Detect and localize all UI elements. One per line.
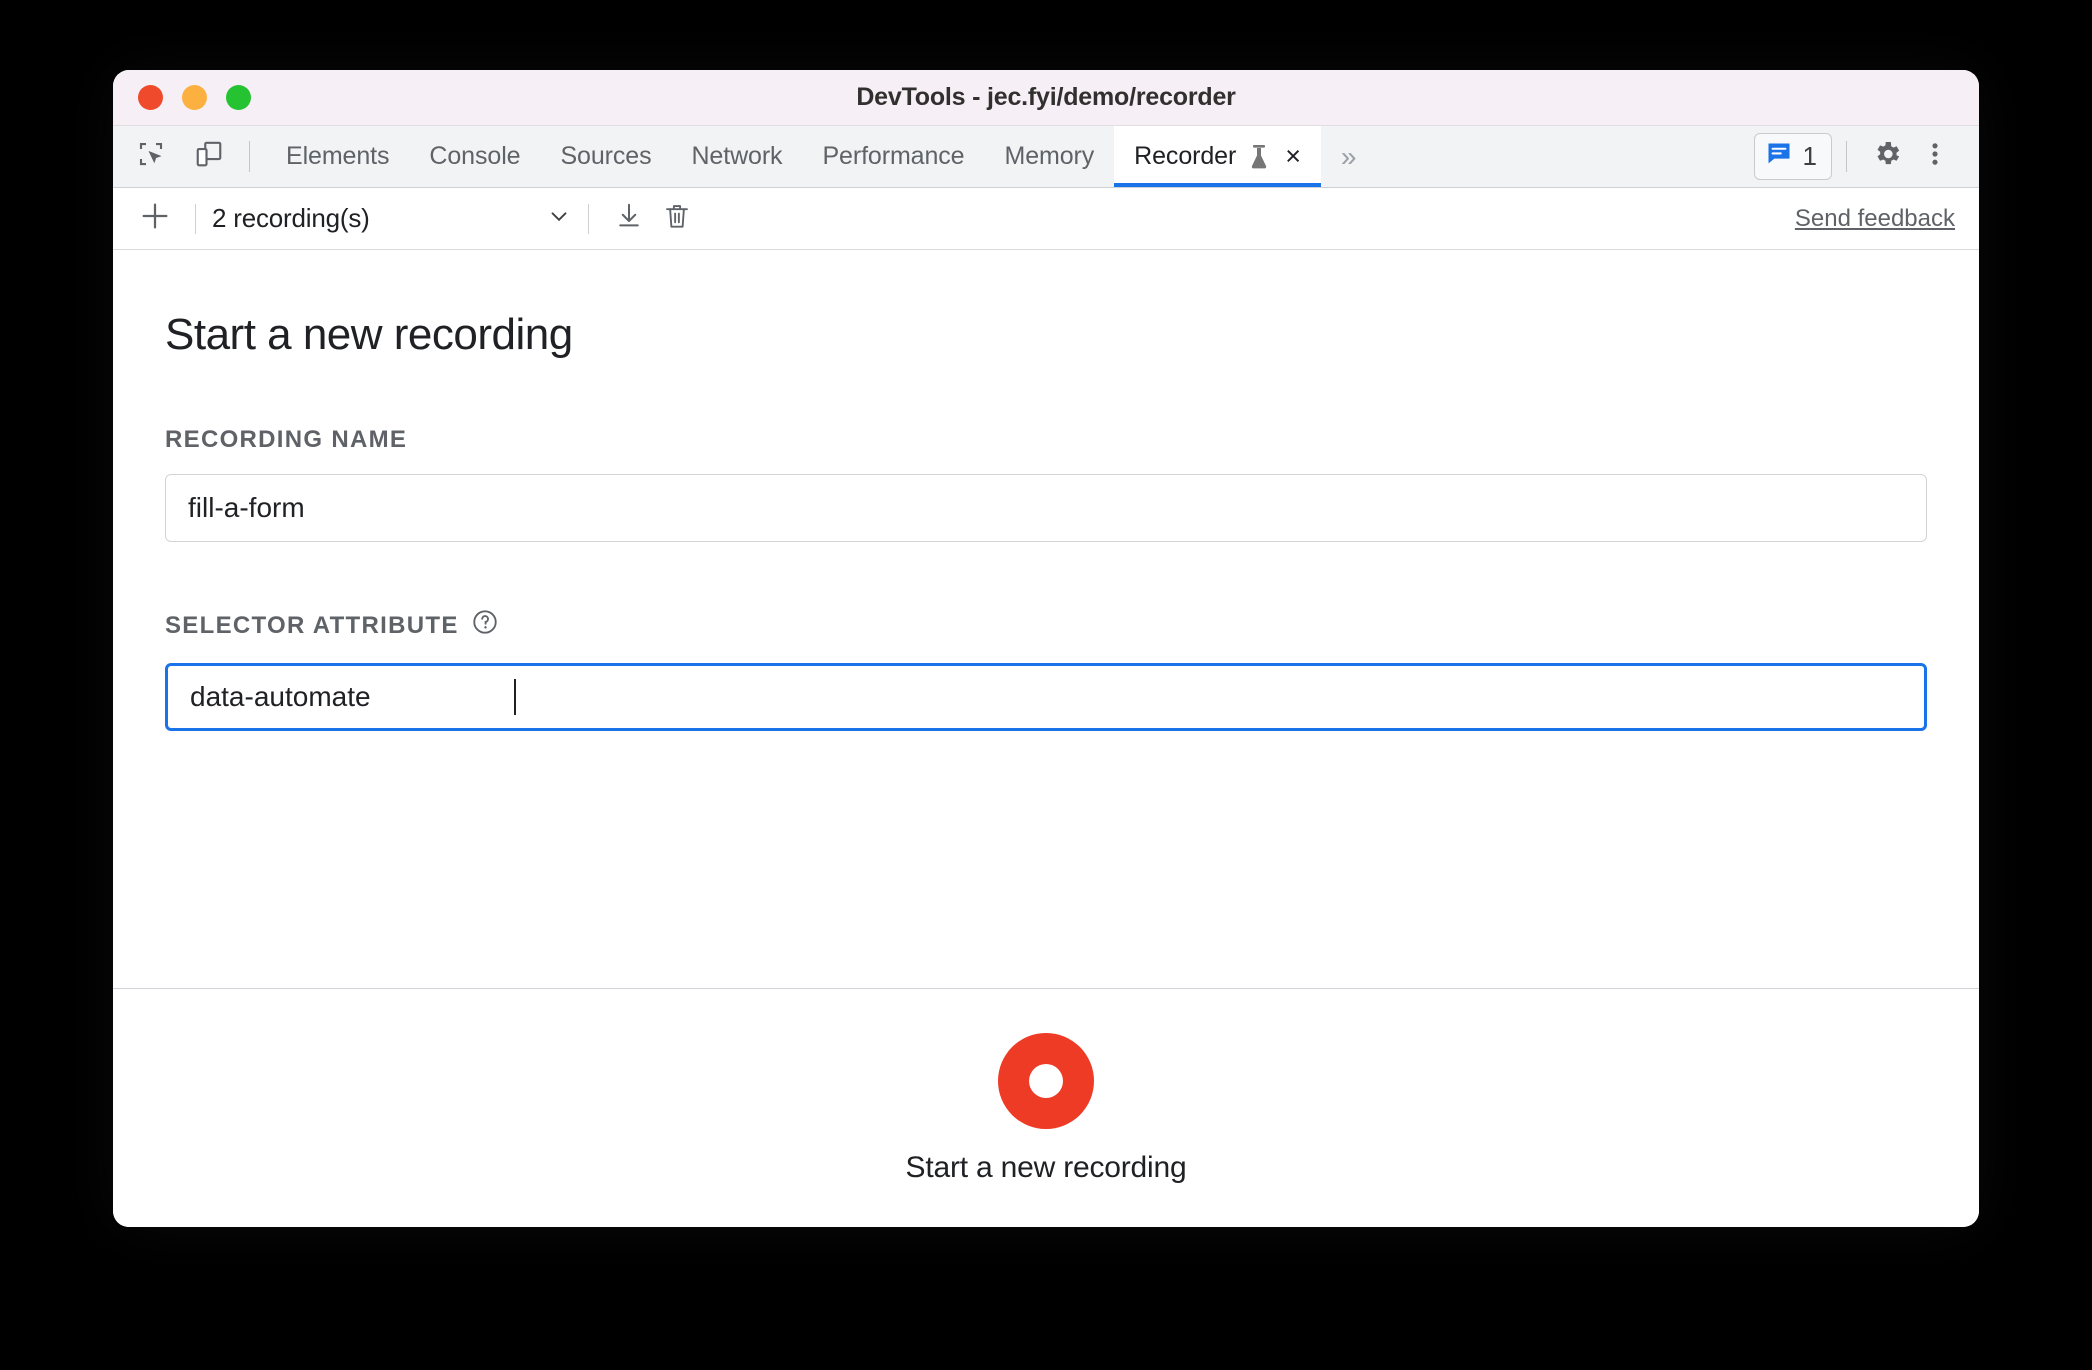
selector-attribute-input-wrap (165, 643, 1927, 731)
recorder-toolbar-divider (195, 203, 196, 234)
window-title: DevTools - jec.fyi/demo/recorder (856, 83, 1236, 111)
devtools-window: DevTools - jec.fyi/demo/recorder Element… (113, 70, 1979, 1227)
device-toolbar-icon (194, 139, 224, 174)
device-toolbar-button[interactable] (185, 133, 233, 181)
settings-button[interactable] (1863, 133, 1911, 181)
selector-attribute-label: SELECTOR ATTRIBUTE (165, 608, 1927, 643)
tab-recorder[interactable]: Recorder × (1114, 126, 1321, 187)
gear-icon (1871, 138, 1903, 175)
recorder-toolbar-divider-2 (588, 203, 589, 234)
send-feedback-link[interactable]: Send feedback (1795, 205, 1955, 233)
trash-icon (662, 201, 692, 236)
console-messages-button[interactable]: 1 (1753, 133, 1832, 180)
recorder-main-content: Start a new recording RECORDING NAME SEL… (113, 250, 1979, 988)
tab-label: Network (691, 142, 783, 170)
tab-performance[interactable]: Performance (802, 126, 984, 187)
tab-elements[interactable]: Elements (266, 126, 409, 187)
message-count: 1 (1802, 141, 1817, 171)
tab-network[interactable]: Network (671, 126, 802, 187)
export-recording-button[interactable] (605, 195, 653, 243)
tab-memory[interactable]: Memory (984, 126, 1114, 187)
recorder-footer: Start a new recording (113, 988, 1979, 1227)
screenshot-root: DevTools - jec.fyi/demo/recorder Element… (0, 0, 2092, 1370)
message-bubble-icon (1765, 140, 1793, 173)
selector-attribute-field-group: SELECTOR ATTRIBUTE (165, 608, 1927, 731)
help-circle-icon[interactable] (471, 608, 499, 643)
toolbar-divider (249, 141, 250, 172)
start-recording-label: Start a new recording (905, 1150, 1187, 1184)
label-text: RECORDING NAME (165, 426, 408, 453)
maximize-window-button[interactable] (226, 85, 251, 110)
recordings-select-label: 2 recording(s) (212, 203, 370, 233)
recorder-toolbar: 2 recording(s) Send feedback (113, 188, 1979, 250)
close-tab-icon[interactable]: × (1285, 143, 1301, 170)
traffic-lights (138, 85, 251, 110)
tab-label: Sources (560, 142, 652, 170)
devtools-toolbar-icons (127, 126, 235, 187)
more-options-button[interactable] (1911, 133, 1959, 181)
inspect-element-icon (136, 139, 166, 174)
tab-label: Recorder (1134, 142, 1237, 170)
devtools-toolbar-right: 1 (1753, 126, 1979, 187)
tab-sources[interactable]: Sources (540, 126, 671, 187)
toolbar-divider-right (1846, 141, 1847, 172)
plus-icon (138, 199, 172, 238)
more-tabs-icon[interactable]: » (1321, 126, 1377, 187)
tab-label: Performance (822, 142, 965, 170)
devtools-tabbar: Elements Console Sources Network Perform… (113, 126, 1979, 188)
text-caret (514, 679, 516, 715)
tab-label: Memory (1004, 142, 1095, 170)
page-title: Start a new recording (165, 310, 573, 359)
tab-console[interactable]: Console (409, 126, 540, 187)
download-icon (614, 201, 644, 236)
minimize-window-button[interactable] (182, 85, 207, 110)
experimental-flask-icon (1247, 144, 1271, 170)
window-titlebar: DevTools - jec.fyi/demo/recorder (113, 70, 1979, 126)
tab-label: Elements (286, 142, 390, 170)
tab-label: Console (429, 142, 521, 170)
recording-name-field-group: RECORDING NAME (165, 426, 1927, 542)
chevron-down-icon (546, 203, 572, 234)
add-recording-button[interactable] (131, 195, 179, 243)
start-recording-button[interactable] (998, 1032, 1094, 1129)
panel-tabs: Elements Console Sources Network Perform… (266, 126, 1321, 187)
inspect-element-button[interactable] (127, 133, 175, 181)
recordings-select[interactable]: 2 recording(s) (212, 203, 572, 234)
vertical-dots-icon (1921, 140, 1949, 173)
delete-recording-button[interactable] (653, 195, 701, 243)
recording-name-label: RECORDING NAME (165, 426, 1927, 454)
record-circle-icon (1029, 1063, 1063, 1098)
label-text: SELECTOR ATTRIBUTE (165, 611, 459, 639)
selector-attribute-input[interactable] (165, 663, 1927, 731)
recording-name-input[interactable] (165, 474, 1927, 542)
close-window-button[interactable] (138, 85, 163, 110)
